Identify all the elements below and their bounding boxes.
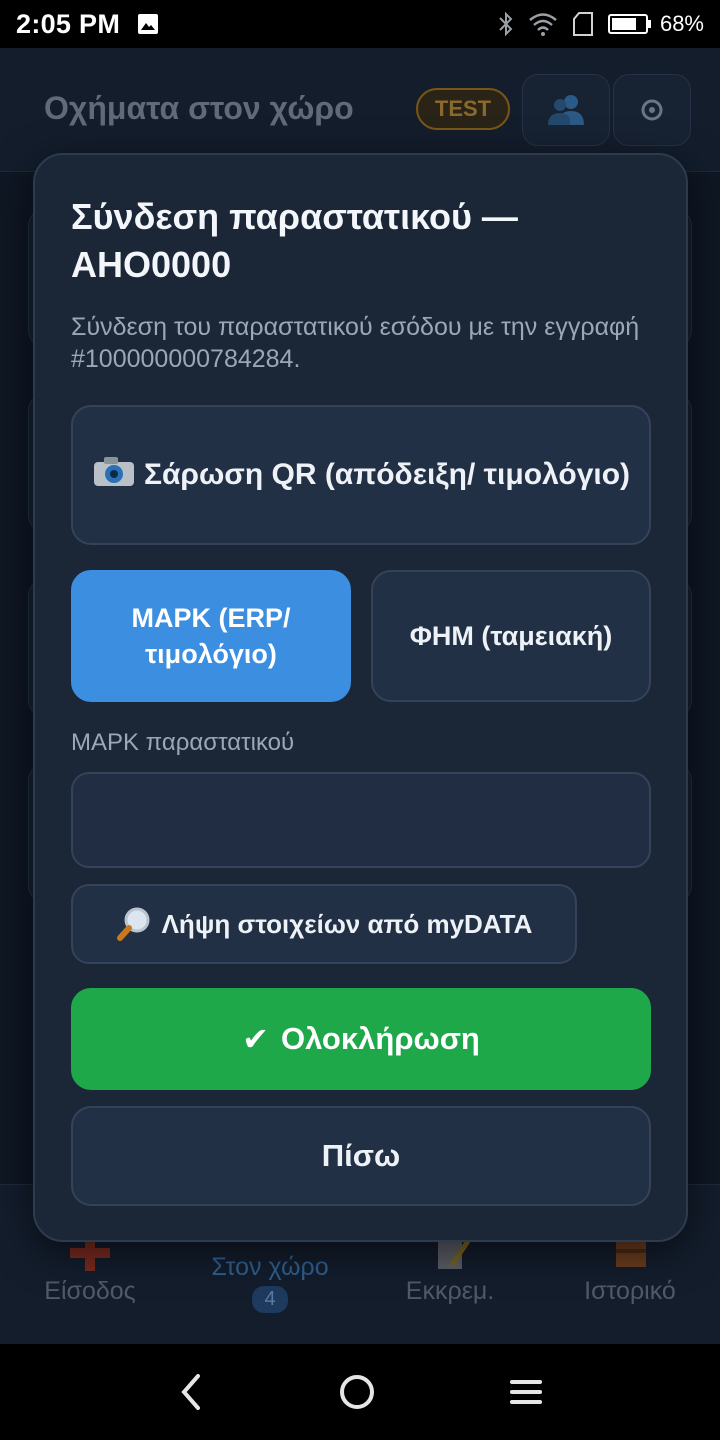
scan-qr-button[interactable]: Σάρωση QR (απόδειξη/ τιμολόγιο) bbox=[71, 405, 651, 545]
tab-fhm-register[interactable]: ΦΗΜ (ταμειακή) bbox=[371, 570, 651, 702]
test-badge: TEST bbox=[416, 88, 510, 130]
count-badge: 4 bbox=[252, 1286, 288, 1313]
link-document-dialog: Σύνδεση παραστατικού — AHO0000 Σύνδεση τ… bbox=[33, 153, 688, 1242]
status-icons: 68% bbox=[498, 11, 704, 37]
sim-icon bbox=[572, 12, 593, 36]
nav-item-entry[interactable]: Είσοδος bbox=[0, 1235, 180, 1306]
back-button[interactable]: Πίσω bbox=[71, 1106, 651, 1206]
nav-label: Είσοδος bbox=[44, 1277, 136, 1305]
back-icon[interactable] bbox=[176, 1372, 206, 1412]
mark-field-label: ΜΑΡΚ παραστατικού bbox=[71, 729, 295, 756]
users-icon bbox=[548, 95, 584, 125]
magnifier-icon bbox=[116, 907, 150, 941]
nav-label: Εκκρεμ. bbox=[405, 1277, 495, 1305]
wifi-icon bbox=[529, 13, 557, 36]
status-bar: 2:05 PM 68% bbox=[0, 0, 720, 48]
scan-qr-label: Σάρωση QR (απόδειξη/ τιμολόγιο) bbox=[143, 458, 631, 491]
gear-icon bbox=[641, 99, 663, 121]
nav-item-history[interactable]: Ιστορικό bbox=[540, 1235, 720, 1306]
gallery-icon bbox=[138, 14, 159, 34]
system-nav-bar bbox=[0, 1344, 720, 1440]
tab-mark-erp[interactable]: ΜΑΡΚ (ERP/ τιμολόγιο) bbox=[71, 570, 351, 702]
fetch-mydata-button[interactable]: Λήψη στοιχείων από myDATA bbox=[71, 884, 577, 964]
page-title: Οχήματα στον χώρο bbox=[44, 90, 354, 126]
battery-percent: 68% bbox=[659, 11, 704, 36]
back-label: Πίσω bbox=[321, 1138, 401, 1173]
check-icon: ✔ bbox=[242, 1021, 269, 1057]
dialog-description: Σύνδεση του παραστατικού εσόδου με την ε… bbox=[71, 313, 640, 373]
bluetooth-icon bbox=[499, 11, 513, 37]
battery-icon bbox=[607, 14, 651, 34]
nav-item-pending[interactable]: Εκκρεμ. bbox=[360, 1235, 540, 1306]
nav-label: Ιστορικό bbox=[584, 1277, 676, 1305]
users-button[interactable] bbox=[522, 74, 610, 146]
settings-button[interactable] bbox=[613, 74, 691, 146]
menu-icon[interactable] bbox=[508, 1377, 544, 1407]
complete-button[interactable]: ✔ Ολοκλήρωση bbox=[71, 988, 651, 1090]
status-time: 2:05 PM bbox=[16, 8, 121, 39]
nav-label: Στον χώρο bbox=[211, 1253, 329, 1281]
camera-icon bbox=[93, 457, 134, 486]
home-icon[interactable] bbox=[337, 1372, 377, 1412]
complete-label: Ολοκλήρωση bbox=[280, 1021, 480, 1056]
tab-label: ΜΑΡΚ (ERP/ τιμολόγιο) bbox=[131, 603, 291, 669]
fetch-mydata-label: Λήψη στοιχείων από myDATA bbox=[161, 908, 533, 939]
dialog-title: Σύνδεση παραστατικού — AHO0000 bbox=[71, 196, 518, 285]
mark-input[interactable] bbox=[71, 772, 651, 868]
tab-label: ΦΗΜ (ταμειακή) bbox=[409, 621, 613, 651]
